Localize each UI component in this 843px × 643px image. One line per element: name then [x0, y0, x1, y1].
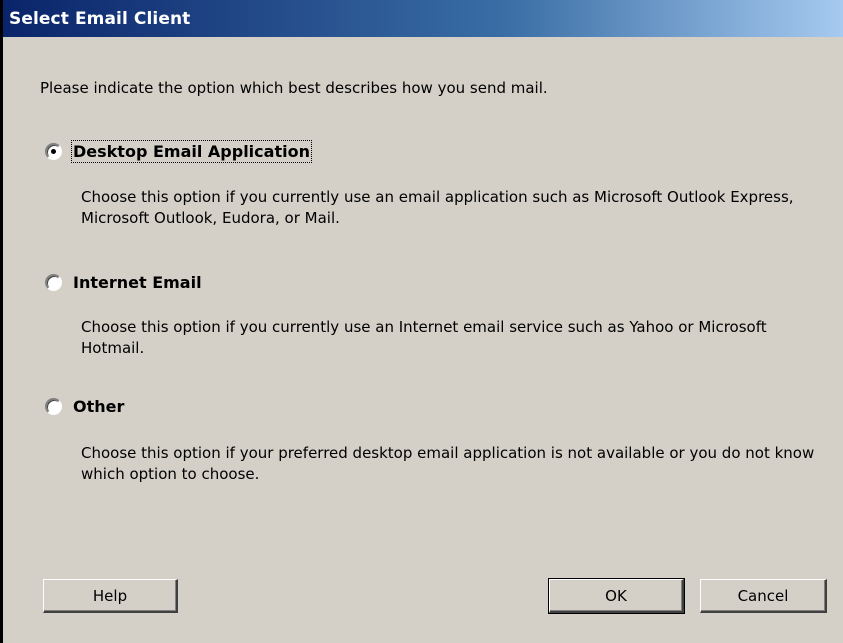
radio-option-other[interactable]: Other: [45, 397, 124, 416]
option-label-desktop-email[interactable]: Desktop Email Application: [71, 140, 312, 163]
ok-button[interactable]: OK: [548, 578, 685, 614]
radio-option-desktop-email[interactable]: Desktop Email Application: [45, 140, 312, 163]
intro-text: Please indicate the option which best de…: [40, 79, 548, 97]
title-bar[interactable]: Select Email Client: [3, 0, 843, 37]
option-label-internet-email[interactable]: Internet Email: [73, 273, 202, 292]
option-description-desktop-email: Choose this option if you currently use …: [81, 188, 794, 227]
radio-button-other[interactable]: [45, 398, 62, 415]
option-description-other: Choose this option if your preferred des…: [81, 444, 815, 483]
select-email-client-dialog: Select Email Client Please indicate the …: [0, 0, 843, 643]
help-button[interactable]: Help: [43, 579, 178, 613]
dialog-title: Select Email Client: [9, 8, 191, 29]
option-description-internet-email: Choose this option if you currently use …: [81, 318, 767, 357]
cancel-button[interactable]: Cancel: [700, 579, 827, 613]
radio-button-internet-email[interactable]: [45, 274, 62, 291]
radio-option-internet-email[interactable]: Internet Email: [45, 273, 202, 292]
option-label-other[interactable]: Other: [73, 397, 124, 416]
radio-button-desktop-email[interactable]: [45, 143, 62, 160]
